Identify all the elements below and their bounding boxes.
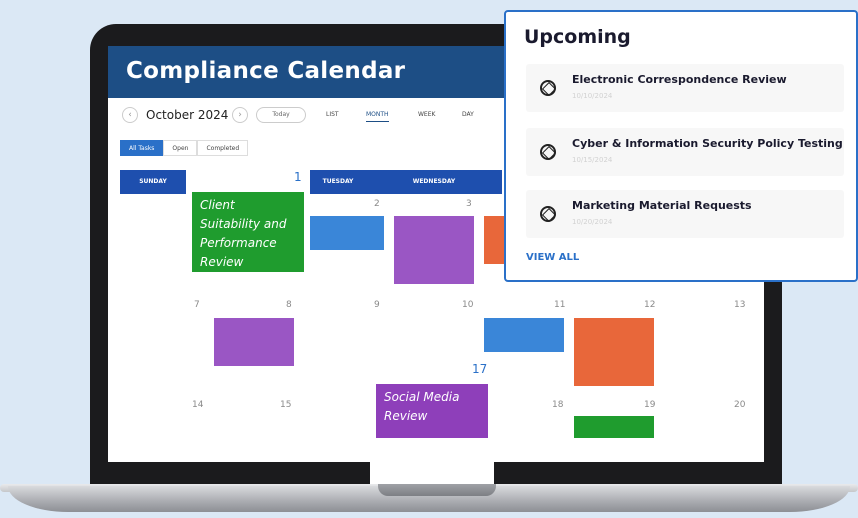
filter-all-tasks[interactable]: All Tasks (120, 140, 164, 156)
view-all-link[interactable]: VIEW ALL (526, 252, 579, 263)
event-block[interactable] (484, 318, 564, 352)
day-header-sunday: SUNDAY (120, 170, 186, 194)
event-title: Client Suitability and Performance Revie… (200, 198, 287, 269)
event-block[interactable] (394, 216, 474, 284)
event-title: Social Media Review (384, 390, 460, 423)
filter-open[interactable]: Open (163, 140, 198, 156)
day-number: 2 (374, 199, 380, 209)
upcoming-item-name: Cyber & Information Security Policy Test… (572, 137, 843, 150)
laptop-notch (378, 484, 496, 496)
today-button[interactable]: Today (256, 107, 306, 123)
day-number: 9 (374, 300, 380, 310)
tab-day[interactable]: DAY (462, 111, 474, 118)
gear-icon (540, 80, 556, 96)
day-number: 20 (734, 400, 746, 410)
day-number: 13 (734, 300, 746, 310)
day-number: 19 (644, 400, 656, 410)
task-filters: All Tasks Open Completed (120, 140, 249, 156)
day-header-tuesday: TUESDAY (310, 170, 366, 194)
tab-list[interactable]: LIST (326, 111, 339, 118)
upcoming-item-date: 10/15/2024 (572, 156, 613, 164)
tab-month[interactable]: MONTH (366, 111, 389, 122)
upcoming-item-name: Electronic Correspondence Review (572, 73, 787, 86)
current-month: October 2024 (146, 108, 229, 122)
day-number: 15 (280, 400, 292, 410)
page-title: Compliance Calendar (126, 58, 406, 84)
day-number: 18 (552, 400, 564, 410)
upcoming-item-date: 10/20/2024 (572, 218, 613, 226)
day-number: 12 (644, 300, 656, 310)
gear-icon (540, 206, 556, 222)
upcoming-item-date: 10/10/2024 (572, 92, 613, 100)
event-client-suitability[interactable]: Client Suitability and Performance Revie… (192, 192, 304, 272)
day-number: 11 (554, 300, 566, 310)
chevron-left-icon[interactable]: ‹ (122, 107, 138, 123)
event-block[interactable] (574, 416, 654, 438)
day-header-wednesday: WEDNESDAY (366, 170, 502, 194)
day-number: 8 (286, 300, 292, 310)
event-block[interactable] (574, 318, 654, 386)
event-block[interactable] (310, 216, 384, 250)
tab-week[interactable]: WEEK (418, 111, 435, 118)
gear-icon (540, 144, 556, 160)
upcoming-item[interactable]: Electronic Correspondence Review 10/10/2… (526, 64, 844, 112)
upcoming-panel: Upcoming Electronic Correspondence Revie… (504, 10, 858, 282)
event-social-media-review[interactable]: Social Media Review (376, 384, 488, 438)
screen-extension (370, 460, 494, 486)
chevron-right-icon[interactable]: › (232, 107, 248, 123)
upcoming-item-name: Marketing Material Requests (572, 199, 752, 212)
day-number: 17 (472, 362, 488, 376)
upcoming-item[interactable]: Marketing Material Requests 10/20/2024 (526, 190, 844, 238)
day-number: 1 (294, 170, 302, 184)
day-number: 7 (194, 300, 200, 310)
filter-completed[interactable]: Completed (197, 140, 249, 156)
upcoming-title: Upcoming (524, 26, 631, 48)
day-number: 3 (466, 199, 472, 209)
day-number: 14 (192, 400, 204, 410)
upcoming-item[interactable]: Cyber & Information Security Policy Test… (526, 128, 844, 176)
event-block[interactable] (214, 318, 294, 366)
day-number: 10 (462, 300, 474, 310)
